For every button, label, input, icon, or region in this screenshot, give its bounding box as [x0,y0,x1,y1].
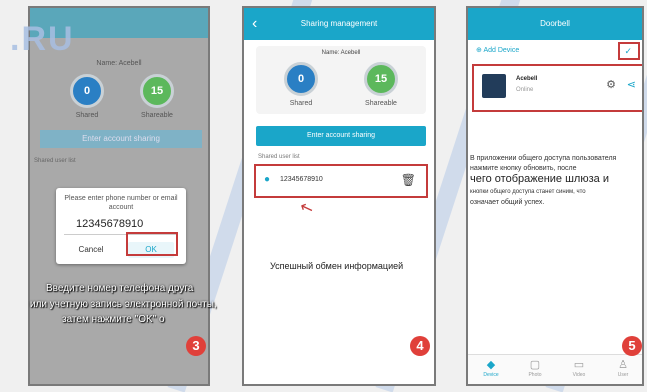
dialog-prompt: Please enter phone number or email accou… [64,195,178,211]
shared-user-list-label: Shared user list [34,158,76,164]
add-device-row[interactable]: ⊕ Add Device [476,46,519,54]
photo-tab-icon: ▢ [529,359,541,371]
page-title: Doorbell [540,19,570,28]
success-caption: Успешный обмен информацией [270,261,404,271]
shared-label: Shared [289,100,313,107]
refresh-highlight-box [618,42,640,60]
tab-photo[interactable]: ▢ Photo [520,359,550,378]
phone-screen-step-5: Doorbell ⊕ Add Device ✓ Acebell Online ⚙… [466,6,644,386]
shareable-count-circle: 15 [140,74,174,108]
page-title: Sharing management [300,19,378,28]
shared-count-circle: 0 [284,62,318,96]
shareable-label: Shareable [141,112,173,119]
watermark-text: .RU [10,20,75,58]
device-tab-icon: ◆ [486,359,496,371]
header-bar: Doorbell [468,8,642,40]
add-device-label: Add Device [483,47,520,54]
caption-line-1: В приложении общего доступа пользователя [470,155,617,162]
step-badge-5: 5 [622,336,642,356]
shareable-count-circle: 15 [364,62,398,96]
shareable-label: Shareable [365,100,397,107]
tab-video[interactable]: ▭ Video [564,359,594,378]
step-badge-4: 4 [410,336,430,356]
shared-user-list-label: Shared user list [258,154,300,160]
step-badge-3: 3 [186,336,206,356]
tab-device[interactable]: ◆ Device [476,359,506,378]
user-row-highlight-box [254,164,428,198]
name-label: Name: Acebell [96,60,142,67]
ok-highlight-box [126,232,178,256]
caption-line-3: затем нажмите "OK" о [62,314,165,325]
shared-label: Shared [75,112,99,119]
tutorial-collage: .RU Name: Acebell 0 Shared 15 Shareable … [0,0,647,392]
caption-line-3: чего отображение шлюза и [470,173,609,185]
enter-account-sharing-button[interactable]: Enter account sharing [256,126,426,146]
cancel-button[interactable]: Cancel [68,242,114,258]
caption-line-1: Введите номер телефона друга [46,283,194,294]
video-tab-icon: ▭ [573,359,585,371]
name-label: Name: Acebell [321,50,361,56]
caption-line-5: означает общий успех. [470,199,545,206]
caption-line-4: кнопки общего доступа станет синим, что [470,189,586,195]
tab-user[interactable]: ♙ User [608,359,638,378]
phone-screen-step-3: Name: Acebell 0 Shared 15 Shareable Ente… [28,6,210,386]
caption-line-2: или учетную запись электронной почты, [30,299,217,310]
caption-line-2: нажмите кнопку обновить, после [470,165,577,172]
share-summary-card: Name: Acebell 0 Shared 15 Shareable [256,46,426,114]
shared-count-circle: 0 [70,74,104,108]
phone-screen-step-4: ‹ Sharing management Name: Acebell 0 Sha… [242,6,436,386]
device-row-highlight-box [472,64,642,112]
plus-circle-icon: ⊕ [476,47,482,54]
header-bar: ‹ Sharing management [244,8,434,40]
arrow-pointer-icon: ↖ [297,198,317,219]
enter-account-sharing-button[interactable]: Enter account sharing [40,130,202,148]
bottom-tab-bar: ◆ Device ▢ Photo ▭ Video ♙ User [468,354,642,384]
back-chevron-icon[interactable]: ‹ [252,8,257,40]
user-tab-icon: ♙ [618,359,628,371]
